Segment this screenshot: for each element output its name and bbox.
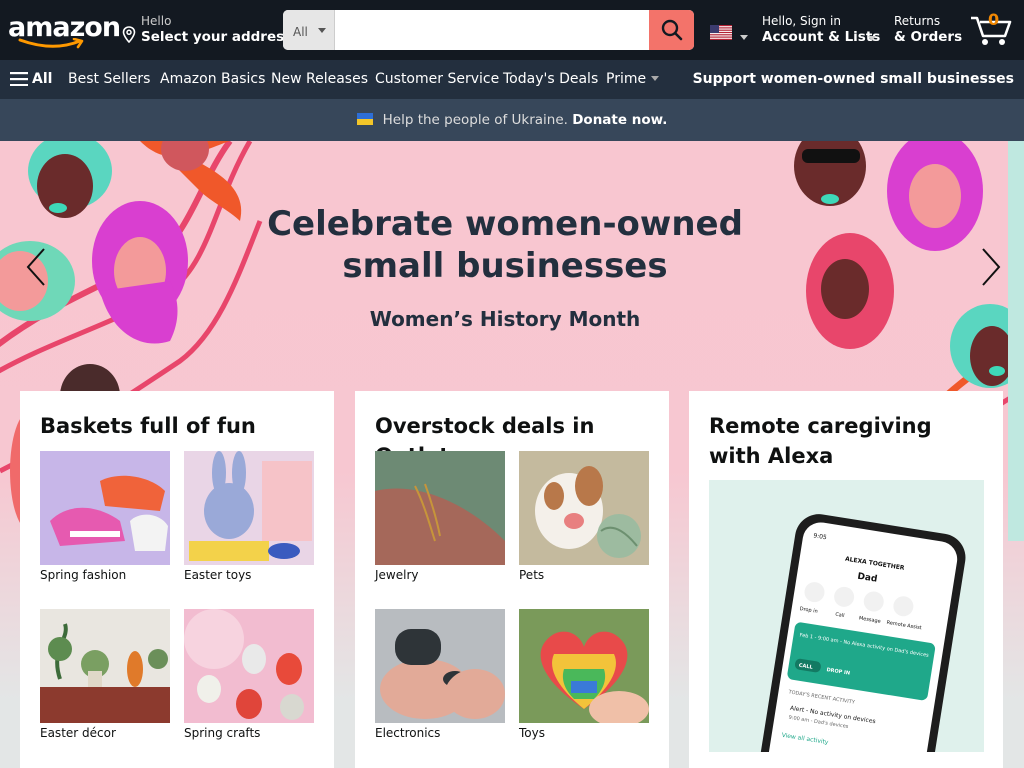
tile-electronics[interactable]: Electronics xyxy=(375,609,505,740)
search-category-dropdown[interactable]: All xyxy=(283,10,335,50)
card-baskets-full-of-fun: Baskets full of fun Spring fashion Easte… xyxy=(20,391,334,768)
hero-subtitle: Women’s History Month xyxy=(369,307,641,331)
account-label: Account & Lists xyxy=(762,29,881,45)
account-hello: Hello, Sign in xyxy=(762,14,841,28)
nav-all-label: All xyxy=(32,71,53,87)
carousel-prev-arrow-icon[interactable] xyxy=(22,245,52,289)
amazon-logo[interactable]: amazon xyxy=(8,10,121,50)
alexa-phone-illustration: 9:05 ALEXA TOGETHER Dad Drop in Call Mes… xyxy=(709,480,984,768)
electronics-image xyxy=(375,609,505,723)
logo-smile-icon xyxy=(18,38,84,49)
nav-promo-link[interactable]: Support women-owned small businesses xyxy=(693,71,1014,87)
search-button[interactable] xyxy=(649,10,694,50)
nav-prime-label: Prime xyxy=(606,71,647,87)
hamburger-icon xyxy=(10,72,28,87)
nav-customer-service[interactable]: Customer Service xyxy=(375,71,499,87)
carousel-next-arrow-icon[interactable] xyxy=(975,245,1005,289)
tile-pets[interactable]: Pets xyxy=(519,451,649,582)
delivery-address[interactable]: Hello Select your address xyxy=(122,14,292,48)
card-title[interactable]: Baskets full of fun xyxy=(40,411,320,441)
tile-easter-decor[interactable]: Easter décor xyxy=(40,609,170,740)
tile-spring-crafts[interactable]: Spring crafts xyxy=(184,609,314,740)
nav-bar: All Best Sellers Amazon Basics New Relea… xyxy=(0,60,1024,99)
tile-spring-fashion[interactable]: Spring fashion xyxy=(40,451,170,582)
nav-prime[interactable]: Prime xyxy=(606,71,660,87)
nav-todays-deals[interactable]: Today's Deals xyxy=(503,71,598,87)
card-title[interactable]: Remote caregiving with Alexa xyxy=(709,411,989,471)
hero-title: Celebrate women-owned small businesses xyxy=(267,204,743,286)
tile-caption: Easter toys xyxy=(184,568,252,582)
chevron-down-icon xyxy=(651,76,660,81)
chevron-down-icon xyxy=(868,36,876,41)
tile-caption: Jewelry xyxy=(375,568,419,582)
tile-caption: Toys xyxy=(519,726,545,740)
location-pin-icon xyxy=(122,26,136,43)
tile-easter-toys[interactable]: Easter toys xyxy=(184,451,314,582)
nav-new-releases[interactable]: New Releases xyxy=(271,71,368,87)
cart-button[interactable]: 0 xyxy=(968,8,1016,52)
tile-caption: Spring crafts xyxy=(184,726,261,740)
account-and-lists[interactable]: Hello, Sign in Account & Lists xyxy=(762,14,882,48)
alexa-together-image[interactable]: 9:05 ALEXA TOGETHER Dad Drop in Call Mes… xyxy=(709,480,984,768)
returns-line1: Returns xyxy=(894,14,941,28)
chevron-down-icon xyxy=(318,28,326,33)
spring-crafts-image xyxy=(184,609,314,723)
tile-toys[interactable]: Toys xyxy=(519,609,649,740)
search-category-label: All xyxy=(293,25,308,39)
language-selector[interactable] xyxy=(710,25,748,41)
hero-carousel: Celebrate women-owned small businesses W… xyxy=(0,141,1024,768)
pets-image xyxy=(519,451,649,565)
search-input[interactable] xyxy=(335,10,649,50)
top-header: amazon Hello Select your address All Hel… xyxy=(0,0,1024,60)
us-flag-icon xyxy=(710,25,732,40)
returns-and-orders[interactable]: Returns & Orders xyxy=(894,14,963,48)
nav-best-sellers[interactable]: Best Sellers xyxy=(68,71,150,87)
easter-decor-image xyxy=(40,609,170,723)
returns-line2: & Orders xyxy=(894,29,963,45)
tile-caption: Electronics xyxy=(375,726,441,740)
chevron-down-icon xyxy=(740,35,748,40)
ukraine-banner: Help the people of Ukraine. Donate now. xyxy=(0,99,1024,141)
ukraine-text: Help the people of Ukraine. xyxy=(382,112,568,128)
easter-toys-image xyxy=(184,451,314,565)
cart-count: 0 xyxy=(988,10,1000,29)
tile-jewelry[interactable]: Jewelry xyxy=(375,451,505,582)
tile-caption: Pets xyxy=(519,568,545,582)
donate-link[interactable]: Donate now. xyxy=(572,112,667,128)
nav-amazon-basics[interactable]: Amazon Basics xyxy=(160,71,265,87)
card-overstock-deals: Overstock deals in Outlet Jewelry Pets xyxy=(355,391,669,768)
spring-fashion-image xyxy=(40,451,170,565)
nav-all-menu[interactable]: All xyxy=(10,71,52,87)
search-icon xyxy=(661,19,682,41)
card-remote-caregiving: Remote caregiving with Alexa 9:05 ALEXA … xyxy=(689,391,1003,768)
ukraine-flag-icon xyxy=(356,113,373,125)
jewelry-image xyxy=(375,451,505,565)
tile-caption: Easter décor xyxy=(40,726,116,740)
address-hello: Hello xyxy=(141,14,172,28)
tile-caption: Spring fashion xyxy=(40,568,127,582)
search-bar: All xyxy=(283,10,694,50)
toys-image xyxy=(519,609,649,723)
address-label: Select your address xyxy=(141,29,293,45)
